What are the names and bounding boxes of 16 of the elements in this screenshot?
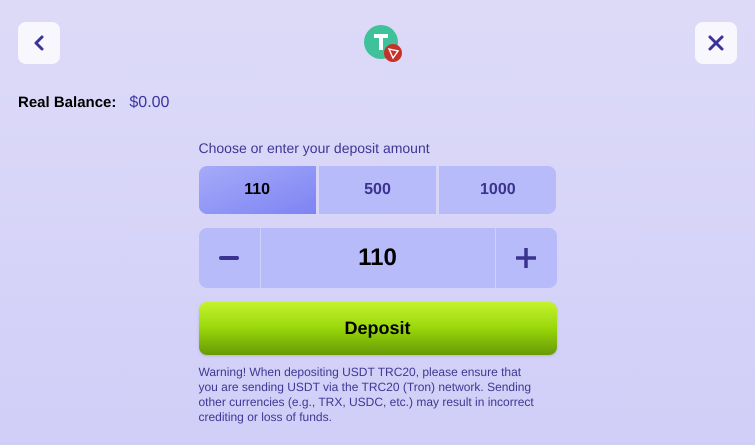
- balance-label: Real Balance:: [18, 92, 116, 113]
- close-button[interactable]: [695, 22, 737, 64]
- amount-preset[interactable]: 110: [198, 166, 316, 214]
- minus-icon: [219, 256, 239, 260]
- amount-preset[interactable]: 1000: [439, 166, 556, 214]
- amount-prompt: Choose or enter your deposit amount: [198, 139, 431, 158]
- back-button[interactable]: [18, 22, 60, 64]
- balance-value: $0.00: [129, 93, 170, 113]
- amount-input[interactable]: 110: [260, 228, 494, 288]
- amount-preset[interactable]: 500: [318, 166, 436, 214]
- decrease-button[interactable]: [198, 228, 260, 288]
- plus-icon: [516, 248, 536, 268]
- deposit-button[interactable]: Deposit: [198, 302, 556, 355]
- coin-icon: [364, 25, 404, 63]
- warning-text: Warning! When depositing USDT TRC20, please ensure that you are sending USDT via the TRC20 (Tron) network. Sending other currencies (e.g., TRX, USDC, etc.) may result in incorrect crediting or loss of funds.: [198, 365, 535, 425]
- increase-button[interactable]: [496, 228, 556, 288]
